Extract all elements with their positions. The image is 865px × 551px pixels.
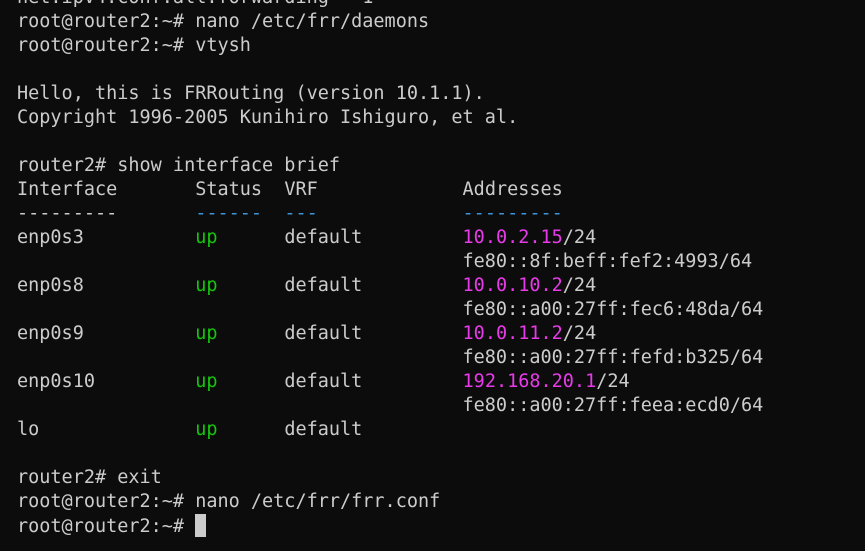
terminal-text: Status xyxy=(195,179,285,200)
terminal-text: default xyxy=(217,227,463,248)
terminal-text: --- xyxy=(284,203,318,224)
terminal-text: default xyxy=(217,275,463,296)
terminal-text: enp0s9 xyxy=(17,323,196,344)
terminal-line: enp0s9 up default 10.0.11.2/24 xyxy=(17,322,763,346)
terminal-text: enp0s10 xyxy=(17,371,196,392)
terminal-text: Addresses xyxy=(462,179,563,200)
terminal-text: VRF xyxy=(284,179,463,200)
terminal-line: enp0s10 up default 192.168.20.1/24 xyxy=(17,370,763,394)
terminal-line: fe80::8f:beff:fef2:4993/64 xyxy=(17,250,763,274)
terminal-text: Copyright 1996-2005 Kunihiro Ishiguro, e… xyxy=(17,107,519,128)
terminal-text: default xyxy=(217,371,463,392)
terminal-text: root@router2:~# nano /etc/frr/daemons xyxy=(17,11,430,32)
terminal-text: Hello, this is FRRouting (version 10.1.1… xyxy=(17,83,485,104)
terminal-text: ------ xyxy=(195,203,263,224)
status-up: up xyxy=(195,323,218,344)
terminal-text: root@router2:~# xyxy=(17,516,196,537)
ip-address: 192.168.20.1 xyxy=(462,371,597,392)
terminal-text: net.ipv4.conf.all.forwarding = 1 xyxy=(17,0,373,8)
terminal-text: --------- xyxy=(17,203,196,224)
status-up: up xyxy=(195,419,218,440)
terminal-line: Interface Status VRF Addresses xyxy=(17,178,763,202)
terminal-text: fe80::a00:27ff:feea:ecd0/64 xyxy=(17,395,764,416)
terminal-text: /24 xyxy=(562,323,597,344)
terminal-text: router2# exit xyxy=(17,467,162,488)
terminal-line: Hello, this is FRRouting (version 10.1.1… xyxy=(17,82,763,106)
terminal-text: root@router2:~# nano /etc/frr/frr.conf xyxy=(17,491,441,512)
status-up: up xyxy=(195,371,218,392)
terminal-line: fe80::a00:27ff:fefd:b325/64 xyxy=(17,346,764,370)
terminal-line: enp0s3 up default 10.0.2.15/24 xyxy=(17,226,763,250)
terminal-line: Copyright 1996-2005 Kunihiro Ishiguro, e… xyxy=(17,106,763,130)
terminal-text: fe80::8f:beff:fef2:4993/64 xyxy=(17,251,753,272)
terminal-line: root@router2:~# xyxy=(17,514,763,538)
terminal-text: root@router2:~# vtysh xyxy=(17,35,251,56)
terminal-text: /24 xyxy=(562,275,597,296)
terminal-text: Interface xyxy=(17,179,196,200)
terminal-text: default xyxy=(217,323,463,344)
terminal-text: fe80::a00:27ff:fec6:48da/64 xyxy=(17,299,764,320)
terminal-line: --------- ------ --- --------- xyxy=(17,202,763,226)
terminal-text: enp0s3 xyxy=(17,227,196,248)
terminal-text: lo xyxy=(17,419,196,440)
terminal-text: router2# show interface brief xyxy=(17,155,341,176)
terminal-line: lo up default xyxy=(17,418,763,442)
terminal-text: default xyxy=(217,419,363,440)
terminal-line: router2# exit xyxy=(17,466,763,490)
terminal-text: --------- xyxy=(462,203,563,224)
terminal-output: net.ipv4.conf.all.forwarding = 1 root@rou… xyxy=(17,0,763,538)
terminal-text: fe80::a00:27ff:fefd:b325/64 xyxy=(17,347,764,368)
terminal-line: root@router2:~# nano /etc/frr/frr.conf xyxy=(17,490,763,514)
terminal-line: net.ipv4.conf.all.forwarding = 1 xyxy=(17,0,763,10)
terminal-line: enp0s8 up default 10.0.10.2/24 xyxy=(17,274,763,298)
terminal-line: root@router2:~# nano /etc/frr/daemons xyxy=(17,10,763,34)
status-up: up xyxy=(195,227,218,248)
terminal-line: fe80::a00:27ff:feea:ecd0/64 xyxy=(17,394,764,418)
ip-address: 10.0.2.15 xyxy=(462,227,563,248)
terminal-text: /24 xyxy=(596,371,630,392)
terminal-window[interactable]: net.ipv4.conf.all.forwarding = 1 root@rou… xyxy=(0,0,865,551)
terminal-line: root@router2:~# vtysh xyxy=(17,34,763,58)
terminal-text: enp0s8 xyxy=(17,275,196,296)
terminal-text: /24 xyxy=(562,227,597,248)
ip-address: 10.0.11.2 xyxy=(462,323,563,344)
ip-address: 10.0.10.2 xyxy=(462,275,563,296)
terminal-line: router2# show interface brief xyxy=(17,154,763,178)
cursor-block xyxy=(195,514,207,537)
terminal-line: fe80::a00:27ff:fec6:48da/64 xyxy=(17,298,764,322)
status-up: up xyxy=(195,275,218,296)
